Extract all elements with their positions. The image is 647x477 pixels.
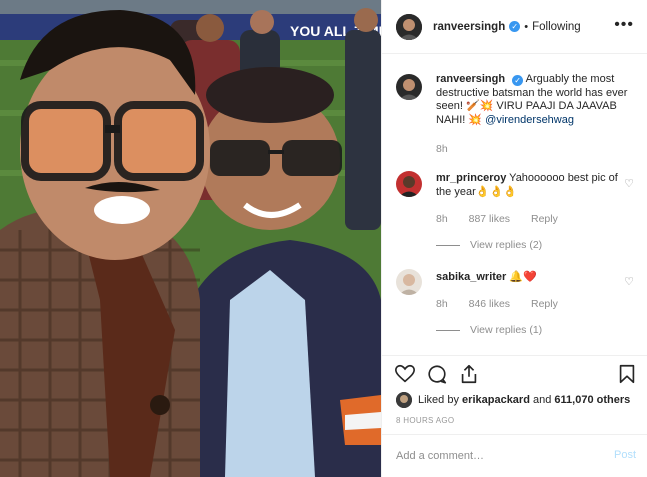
view-replies-button[interactable]: View replies (2) (436, 239, 542, 251)
post-panel: ranveersingh ✓ • Following ••• ranveersi… (381, 0, 647, 477)
mention-link[interactable]: @virendersehwag (485, 114, 574, 126)
liked-by-count[interactable]: 611,070 others (554, 394, 630, 406)
comment-meta: 8h 846 likes Reply (436, 298, 576, 310)
reply-button[interactable]: Reply (531, 213, 558, 225)
liked-by-and: and (533, 394, 552, 406)
like-comment-heart-icon[interactable]: ♡ (624, 177, 634, 190)
caption-username[interactable]: ranveersingh (436, 73, 505, 85)
following-button[interactable]: Following (532, 21, 581, 33)
avatar[interactable] (396, 269, 422, 295)
reply-button[interactable]: Reply (531, 298, 558, 310)
view-replies-label: View replies (1) (470, 324, 543, 336)
comment-text: 🔔❤️ (509, 271, 537, 283)
like-comment-heart-icon[interactable]: ♡ (624, 275, 634, 288)
divider (436, 329, 460, 331)
comment-time[interactable]: 8h (436, 298, 448, 310)
post-photo-illustration: YOU ALL TIME (0, 0, 381, 477)
comment-time[interactable]: 8h (436, 213, 448, 225)
bookmark-icon[interactable] (616, 363, 638, 385)
verified-badge-icon: ✓ (512, 75, 524, 86)
comment-body: sabika_writer 🔔❤️ (436, 271, 636, 285)
divider (436, 244, 460, 246)
comments-section[interactable]: ranveersingh ✓ Arguably the most destruc… (382, 55, 647, 355)
post-username[interactable]: ranveersingh (433, 21, 505, 33)
comment-icon[interactable] (426, 363, 448, 385)
verified-badge-icon: ✓ (509, 21, 521, 32)
post-header: ranveersingh ✓ • Following ••• (382, 0, 647, 54)
avatar[interactable] (396, 13, 422, 40)
post-timestamp[interactable]: 8 HOURS AGO (396, 416, 454, 425)
comment-username[interactable]: mr_princeroy (436, 172, 506, 184)
liked-by-prefix: Liked by (418, 394, 459, 406)
avatar[interactable] (396, 171, 422, 197)
caption-meta: 8h (436, 143, 466, 155)
view-replies-button[interactable]: View replies (1) (436, 324, 542, 336)
post-button[interactable]: Post (614, 449, 636, 461)
caption-body: ranveersingh ✓ Arguably the most destruc… (436, 73, 636, 127)
heart-icon[interactable] (394, 363, 416, 385)
comment-input[interactable] (396, 447, 596, 465)
add-comment-bar: Post (382, 434, 647, 477)
liked-by-user[interactable]: erikapackard (462, 394, 530, 406)
comment-meta: 8h 887 likes Reply (436, 213, 576, 225)
comment-body: mr_princeroy Yahoooooo best pic of the y… (436, 172, 636, 199)
likes-summary: Liked by erikapackard and 611,070 others (396, 392, 630, 408)
share-icon[interactable] (458, 363, 480, 385)
comment-likes[interactable]: 846 likes (469, 298, 510, 310)
more-options-button[interactable]: ••• (614, 17, 634, 33)
separator-dot: • (524, 20, 529, 33)
comment-likes[interactable]: 887 likes (469, 213, 510, 225)
view-replies-label: View replies (2) (470, 239, 543, 251)
caption-time[interactable]: 8h (436, 143, 448, 155)
post-photo[interactable]: YOU ALL TIME (0, 0, 381, 477)
avatar[interactable] (396, 392, 412, 408)
avatar[interactable] (396, 74, 422, 100)
comment-username[interactable]: sabika_writer (436, 271, 506, 283)
